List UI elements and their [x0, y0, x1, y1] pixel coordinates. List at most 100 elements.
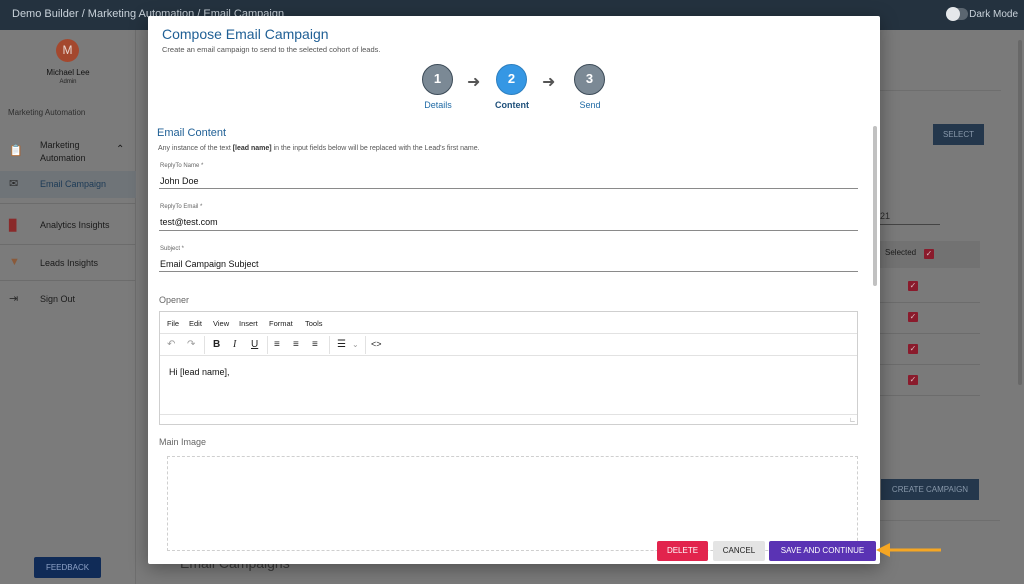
sidebar-item-analytics-insights[interactable]: ▉ Analytics Insights [0, 215, 136, 237]
row-checkbox[interactable]: ✓ [908, 312, 918, 322]
sidebar-item-marketing-automation[interactable]: 📋 Marketing Automation ⌃ [0, 134, 136, 174]
avatar[interactable]: M [56, 39, 79, 62]
cancel-button[interactable]: CANCEL [713, 541, 765, 561]
underline-icon[interactable]: U [251, 339, 258, 350]
menu-file[interactable]: File [167, 319, 179, 328]
row-checkbox[interactable]: ✓ [908, 375, 918, 385]
resize-handle-icon[interactable]: ∟ [849, 417, 856, 424]
sidebar-item-label: Analytics Insights [40, 220, 110, 230]
sidebar: M Michael Lee Admin Marketing Automation… [0, 30, 136, 584]
step-3-circle[interactable]: 3 [574, 64, 605, 95]
source-code-icon[interactable]: <> [371, 339, 382, 349]
bullet-list-icon[interactable]: ☰ [337, 339, 346, 350]
section-hint: Any instance of the text [lead name] in … [158, 145, 480, 152]
section-title: Email Content [157, 127, 227, 139]
table-header-selected: Selected [885, 248, 917, 257]
feedback-button[interactable]: FEEDBACK [34, 557, 101, 578]
step-1-label: Details [424, 100, 452, 110]
sidebar-item-email-campaign[interactable]: ✉ Email Campaign [0, 171, 136, 198]
sidebar-item-sign-out[interactable]: ⇥ Sign Out [0, 289, 136, 311]
delete-button[interactable]: DELETE [657, 541, 708, 561]
divider [0, 280, 136, 281]
toolbar-divider [365, 336, 366, 354]
select-button[interactable]: SELECT [933, 124, 984, 145]
row-checkbox[interactable]: ✓ [908, 281, 918, 291]
user-name: Michael Lee [46, 68, 90, 77]
clipboard-icon: 📋 [9, 145, 23, 157]
menu-tools[interactable]: Tools [305, 319, 323, 328]
ice-cream-icon: ▼ [9, 256, 20, 268]
italic-icon[interactable]: I [233, 339, 236, 350]
bold-icon[interactable]: B [213, 339, 220, 350]
sidebar-item-label: Marketing Automation [40, 140, 86, 163]
dark-mode-toggle[interactable] [946, 7, 968, 21]
modal-scrollbar[interactable] [873, 126, 877, 286]
reply-name-input[interactable]: John Doe [160, 176, 199, 186]
reply-email-label: ReplyTo Email * [160, 204, 203, 210]
reply-name-label: ReplyTo Name * [160, 163, 204, 169]
editor-menubar: File Edit View Insert Format Tools [160, 312, 857, 334]
save-and-continue-button[interactable]: SAVE AND CONTINUE [769, 541, 876, 561]
sidebar-item-label: Sign Out [40, 294, 76, 304]
table-row-divider [880, 302, 980, 303]
input-underline [159, 188, 858, 189]
redo-icon[interactable]: ↷ [187, 339, 195, 350]
menu-edit[interactable]: Edit [189, 319, 202, 328]
select-all-checkbox[interactable]: ✓ [924, 249, 934, 259]
step-2-circle[interactable]: 2 [496, 64, 527, 95]
opener-rich-text-editor[interactable]: File Edit View Insert Format Tools ↶ ↷ B… [159, 311, 858, 425]
page-scrollbar[interactable] [1018, 40, 1022, 385]
align-right-icon[interactable]: ≡ [312, 339, 318, 350]
arrow-left-icon [876, 543, 941, 557]
opener-content[interactable]: Hi [lead name], [169, 367, 230, 377]
table-row-divider [880, 333, 980, 334]
sidebar-item-label: Leads Insights [40, 258, 99, 268]
reply-email-input[interactable]: test@test.com [160, 217, 218, 227]
input-underline [880, 224, 940, 225]
sidebar-item-leads-insights[interactable]: ▼ Leads Insights [0, 252, 136, 274]
menu-view[interactable]: View [213, 319, 229, 328]
step-3-label: Send [579, 100, 601, 110]
align-center-icon[interactable]: ≡ [293, 339, 299, 350]
hint-text: Any instance of the text [158, 145, 233, 152]
menu-insert[interactable]: Insert [239, 319, 258, 328]
modal-subtitle: Create an email campaign to send to the … [162, 45, 381, 54]
toolbar-divider [204, 336, 205, 354]
hint-text: in the input fields below will be replac… [271, 145, 480, 152]
input-underline [159, 230, 858, 231]
sidebar-item-label: Email Campaign [40, 179, 107, 189]
chevron-up-icon[interactable]: ⌃ [116, 144, 124, 155]
subject-label: Subject * [160, 246, 185, 252]
input-underline [159, 271, 858, 272]
step-1-circle[interactable]: 1 [422, 64, 453, 95]
opener-label: Opener [159, 295, 190, 305]
divider [0, 203, 136, 204]
main-image-dropzone[interactable] [167, 456, 858, 551]
create-campaign-button[interactable]: CREATE CAMPAIGN [881, 479, 979, 500]
mail-icon: ✉ [9, 178, 19, 190]
step-2-label: Content [495, 100, 529, 110]
table-row-divider [880, 395, 980, 396]
sidebar-section-title: Marketing Automation [8, 108, 86, 117]
arrow-right-icon: ➜ [467, 74, 481, 91]
dark-mode-label: Dark Mode [969, 9, 1018, 20]
background-input-value[interactable]: 21 [880, 211, 890, 221]
hint-token: [lead name] [232, 145, 272, 152]
user-role: Admin [59, 79, 77, 85]
chevron-down-icon[interactable]: ⌄ [352, 340, 359, 349]
menu-format[interactable]: Format [269, 319, 293, 328]
arrow-right-icon: ➜ [542, 74, 556, 91]
sign-out-icon: ⇥ [9, 293, 19, 305]
background-panel [880, 90, 1001, 520]
modal-title: Compose Email Campaign [162, 26, 329, 42]
compose-email-modal: Compose Email Campaign Create an email c… [148, 16, 880, 564]
divider [0, 244, 136, 245]
bar-chart-icon: ▉ [9, 220, 18, 232]
toolbar-divider [329, 336, 330, 354]
align-left-icon[interactable]: ≡ [274, 339, 280, 350]
toolbar-divider [267, 336, 268, 354]
row-checkbox[interactable]: ✓ [908, 344, 918, 354]
subject-input[interactable]: Email Campaign Subject [160, 259, 259, 269]
main-image-label: Main Image [159, 437, 207, 447]
undo-icon[interactable]: ↶ [167, 339, 175, 350]
